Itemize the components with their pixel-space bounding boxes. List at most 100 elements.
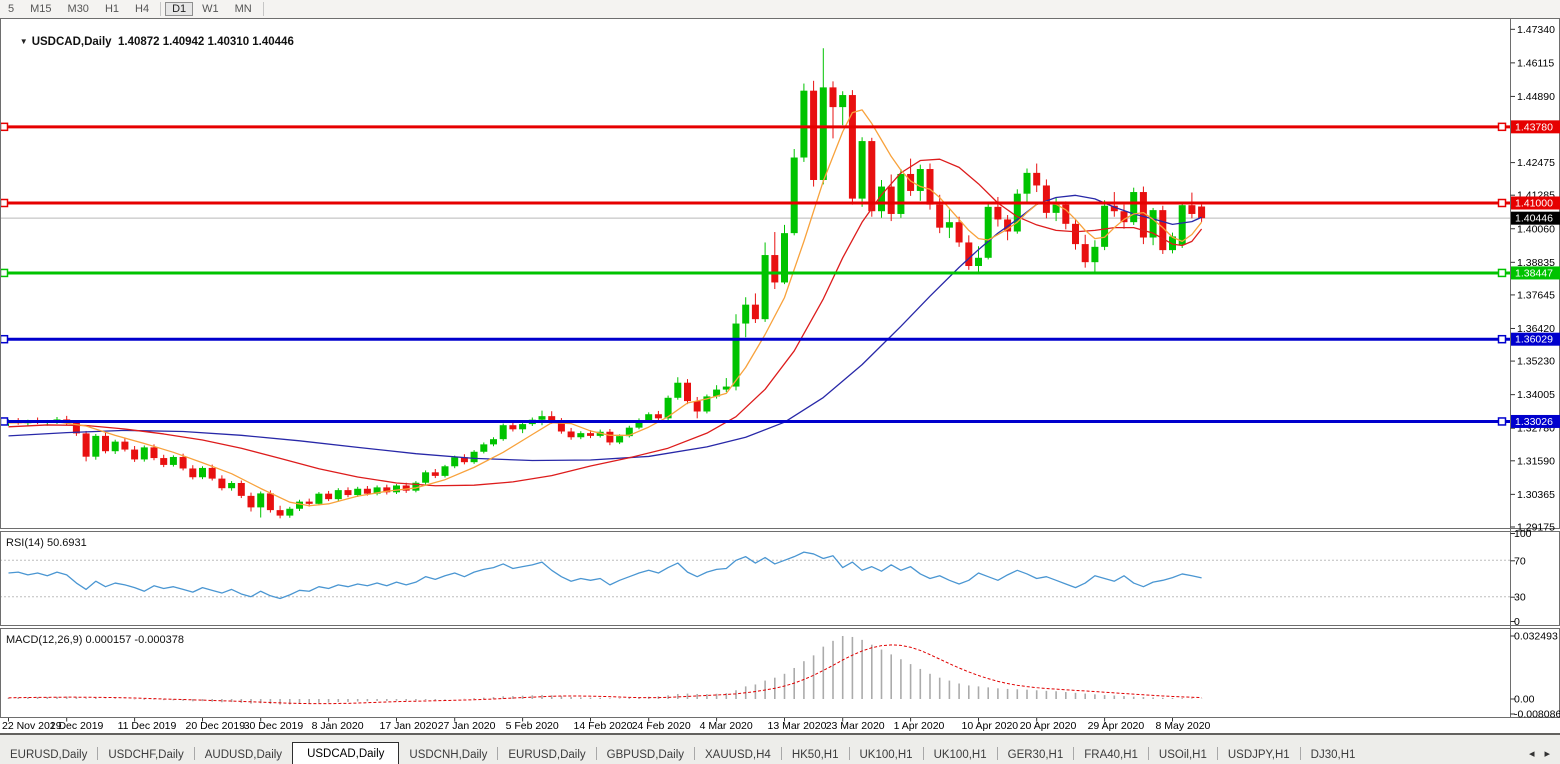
candle-body — [277, 510, 284, 515]
line-drag-handle[interactable] — [1, 123, 8, 130]
candle — [442, 465, 449, 478]
candle-body — [936, 205, 943, 228]
price-tick-label: 1.30365 — [1517, 489, 1555, 501]
chart-tab-dj30-h1[interactable]: DJ30,H1 — [1301, 745, 1366, 764]
candle — [471, 450, 478, 464]
chart-area[interactable]: 1.473401.461151.448901.424751.412851.400… — [0, 18, 1560, 732]
date-tick-label[interactable]: 17 Jan 2020 — [380, 720, 438, 732]
chart-tab-gbpusd-daily[interactable]: GBPUSD,Daily — [597, 745, 694, 764]
timeframe-button-h4[interactable]: H4 — [128, 2, 156, 16]
candle-body — [354, 489, 361, 495]
candle-body — [1091, 247, 1098, 262]
tab-scroll-right-icon[interactable]: ▸ — [1544, 747, 1550, 760]
rsi-tick-label: 0 — [1514, 616, 1520, 628]
current-price-label: 1.40446 — [1515, 213, 1553, 225]
timeframe-button-h1[interactable]: H1 — [98, 2, 126, 16]
candle-body — [1082, 244, 1089, 262]
date-tick-label[interactable]: 14 Feb 2020 — [574, 720, 633, 732]
candle-body — [868, 141, 875, 211]
timeframe-button-m30[interactable]: M30 — [61, 2, 96, 16]
level-price-label: 1.36029 — [1515, 334, 1553, 346]
candle-body — [1072, 224, 1079, 244]
candle — [170, 455, 177, 466]
candle-body — [820, 87, 827, 180]
chart-tab-usoil-h1[interactable]: USOil,H1 — [1149, 745, 1217, 764]
candle-body — [1101, 206, 1108, 247]
candle-body — [189, 468, 196, 477]
date-tick-label[interactable]: 20 Apr 2020 — [1020, 720, 1077, 732]
chart-tab-ger30-h1[interactable]: GER30,H1 — [998, 745, 1074, 764]
macd-tick-label: -0.008086 — [1514, 709, 1560, 721]
date-tick-label[interactable]: 13 Mar 2020 — [768, 720, 827, 732]
price-tick-label: 1.31590 — [1517, 455, 1555, 467]
chart-tab-eurusd-daily[interactable]: EURUSD,Daily — [498, 745, 595, 764]
chart-tab-xauusd-h4[interactable]: XAUUSD,H4 — [695, 745, 781, 764]
candle-body — [451, 457, 458, 466]
candle — [1101, 200, 1108, 250]
date-tick-label[interactable]: 10 Apr 2020 — [962, 720, 1019, 732]
timeframe-button-5[interactable]: 5 — [1, 2, 21, 16]
date-tick-label[interactable]: 8 Jan 2020 — [312, 720, 364, 732]
candle-body — [616, 436, 623, 442]
chart-tab-audusd-daily[interactable]: AUDUSD,Daily — [195, 745, 292, 764]
line-drag-handle[interactable] — [1499, 418, 1506, 425]
date-tick-label[interactable]: 2 Dec 2019 — [50, 720, 104, 732]
candle-body — [364, 489, 371, 494]
candle-body — [286, 509, 293, 516]
date-tick-label[interactable]: 23 Mar 2020 — [826, 720, 885, 732]
timeframe-button-m15[interactable]: M15 — [23, 2, 58, 16]
line-drag-handle[interactable] — [1, 200, 8, 207]
line-drag-handle[interactable] — [1499, 336, 1506, 343]
line-drag-handle[interactable] — [1, 269, 8, 276]
date-tick-label[interactable]: 1 Apr 2020 — [894, 720, 945, 732]
chart-tab-usdcnh-daily[interactable]: USDCNH,Daily — [399, 745, 497, 764]
date-tick-label[interactable]: 8 May 2020 — [1156, 720, 1211, 732]
macd-tick-label: 0.032493 — [1514, 630, 1558, 642]
candle-body — [199, 468, 206, 477]
candle-body — [170, 457, 177, 465]
candle-body — [1188, 205, 1195, 214]
date-tick-label[interactable]: 27 Jan 2020 — [438, 720, 496, 732]
rsi-tick-label: 70 — [1514, 555, 1526, 567]
date-tick-label[interactable]: 5 Feb 2020 — [506, 720, 559, 732]
candle-body — [160, 458, 167, 465]
macd-tick-label: 0.00 — [1514, 694, 1535, 706]
timeframe-button-mn[interactable]: MN — [228, 2, 259, 16]
candle-body — [1121, 211, 1128, 222]
timeframe-button-w1[interactable]: W1 — [195, 2, 226, 16]
date-tick-label[interactable]: 11 Dec 2019 — [118, 720, 177, 732]
candle-body — [238, 483, 245, 496]
timeframe-button-d1[interactable]: D1 — [165, 2, 193, 16]
candle-body — [1043, 185, 1050, 212]
chart-tab-uk100-h1[interactable]: UK100,H1 — [850, 745, 923, 764]
chart-tab-usdchf-daily[interactable]: USDCHF,Daily — [98, 745, 193, 764]
candle-body — [839, 95, 846, 107]
chart-tab-eurusd-daily[interactable]: EURUSD,Daily — [0, 745, 97, 764]
date-tick-label[interactable]: 20 Dec 2019 — [186, 720, 246, 732]
line-drag-handle[interactable] — [1, 418, 8, 425]
candle-body — [325, 494, 332, 499]
chart-tab-usdjpy-h1[interactable]: USDJPY,H1 — [1218, 745, 1300, 764]
candle-body — [228, 483, 235, 488]
tab-scroll-left-icon[interactable]: ◂ — [1529, 747, 1535, 760]
line-drag-handle[interactable] — [1499, 200, 1506, 207]
candle-body — [209, 468, 216, 479]
date-tick-label[interactable]: 4 Mar 2020 — [700, 720, 753, 732]
chart-tab-hk50-h1[interactable]: HK50,H1 — [782, 745, 849, 764]
candle-body — [151, 447, 158, 458]
candle-body — [859, 141, 866, 199]
line-drag-handle[interactable] — [1499, 123, 1506, 130]
date-tick-label[interactable]: 24 Feb 2020 — [632, 720, 691, 732]
line-drag-handle[interactable] — [1, 336, 8, 343]
date-tick-label[interactable]: 29 Apr 2020 — [1088, 720, 1145, 732]
chart-tab-fra40-h1[interactable]: FRA40,H1 — [1074, 745, 1148, 764]
chart-tab-uk100-h1[interactable]: UK100,H1 — [924, 745, 997, 764]
chart-background — [0, 18, 1560, 732]
candle-body — [674, 383, 681, 398]
date-tick-label[interactable]: 30 Dec 2019 — [244, 720, 304, 732]
candle-body — [131, 450, 138, 460]
candle-body — [539, 416, 546, 420]
line-drag-handle[interactable] — [1499, 269, 1506, 276]
chart-tab-strip: EURUSD,DailyUSDCHF,DailyAUDUSD,DailyUSDC… — [0, 733, 1560, 764]
chart-tab-usdcad-daily[interactable]: USDCAD,Daily — [292, 742, 399, 764]
